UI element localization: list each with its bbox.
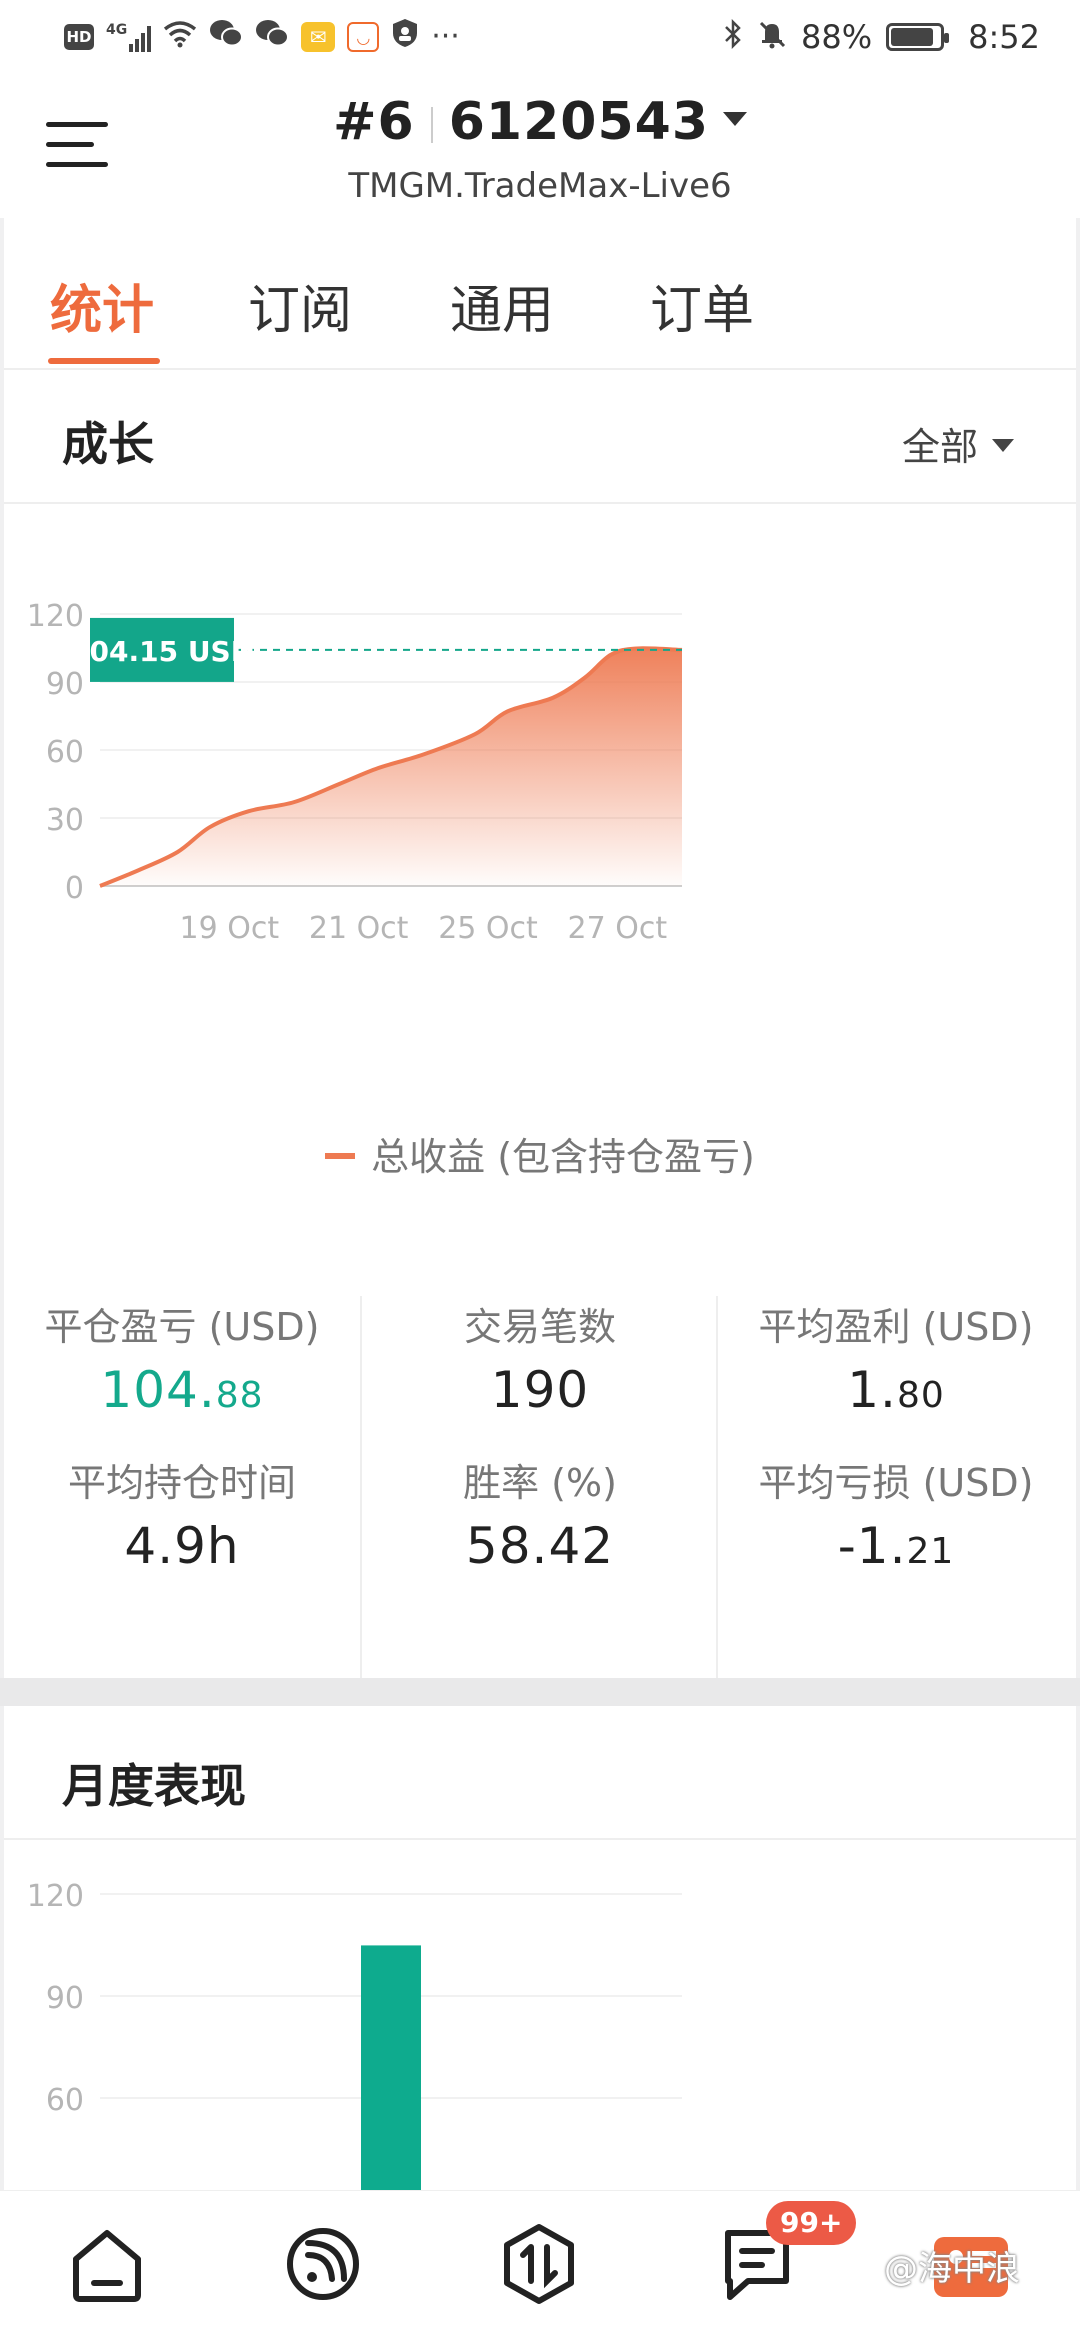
battery-percent: 88% <box>801 18 873 56</box>
stat-trade-count: 交易笔数 190 <box>362 1296 718 1419</box>
network-type: 4G <box>106 22 128 38</box>
signal-feed-icon[interactable] <box>278 2219 368 2309</box>
stat-label: 交易笔数 <box>463 1305 616 1349</box>
stat-value: 4.9h <box>124 1517 240 1575</box>
status-bar: HD 4G ✉ ◡ ··· 88% 8:52 <box>0 0 1080 74</box>
range-dropdown[interactable]: 全部 <box>902 416 1014 471</box>
y-tick-label: 30 <box>46 803 84 838</box>
caret-down-icon <box>723 112 748 126</box>
mute-icon <box>757 19 787 55</box>
stat-avg-loss: 平均亏损 (USD) -1.21 <box>718 1452 1074 1575</box>
shield-icon <box>391 18 419 56</box>
stat-win-rate: 胜率 (%) 58.42 <box>362 1452 718 1575</box>
stat-value: 190 <box>490 1361 590 1419</box>
active-tab-indicator <box>48 358 160 364</box>
account-index: #6 <box>332 92 415 152</box>
stat-value: 58.42 <box>465 1517 615 1575</box>
monthly-header: 月度表现 <box>4 1706 1076 1840</box>
account-number: 6120543 <box>448 92 710 152</box>
tab-statistics[interactable]: 统计 <box>50 268 154 343</box>
clock: 8:52 <box>968 18 1040 56</box>
stat-label: 平仓盈亏 (USD) <box>44 1305 320 1349</box>
x-tick-label: 25 Oct <box>438 911 538 946</box>
more-status-icon: ··· <box>431 19 460 54</box>
mail-app-icon: ✉ <box>301 22 336 52</box>
growth-legend: 总收益 (包含持仓盈亏) <box>4 1126 1076 1181</box>
bottom-nav: 99+ @海中浪 <box>0 2190 1080 2340</box>
x-tick-label: 19 Oct <box>180 911 280 946</box>
y-tick-label: 120 <box>27 1879 84 1914</box>
stat-value: -1.21 <box>837 1517 955 1575</box>
stat-label: 胜率 (%) <box>463 1461 617 1505</box>
monthly-title: 月度表现 <box>62 1759 246 1813</box>
bluetooth-icon <box>723 18 743 55</box>
app-header: #6 6120543 TMGM.TradeMax-Live6 <box>0 74 1080 218</box>
unread-badge: 99+ <box>766 2201 857 2245</box>
stat-avg-profit: 平均盈利 (USD) 1.80 <box>718 1296 1074 1419</box>
y-tick-label: 60 <box>46 2083 84 2118</box>
battery-icon <box>886 23 950 51</box>
y-tick-label: 90 <box>46 667 84 702</box>
current-value-label: 104.15 USD <box>70 635 254 668</box>
account-selector[interactable]: #6 6120543 <box>0 92 1080 152</box>
tab-general[interactable]: 通用 <box>450 268 554 343</box>
tab-bar: 统计 订阅 通用 订单 <box>4 218 1076 370</box>
section-gap <box>0 1678 1080 1706</box>
tab-orders[interactable]: 订单 <box>650 268 754 343</box>
stat-value: 1.80 <box>847 1361 945 1419</box>
wechat-icon <box>255 18 290 56</box>
stat-avg-hold-time: 平均持仓时间 4.9h <box>4 1452 360 1575</box>
y-tick-label: 60 <box>46 735 84 770</box>
legend-swatch <box>325 1152 356 1159</box>
trade-icon[interactable] <box>494 2219 584 2309</box>
caret-down-icon <box>992 439 1014 452</box>
monthly-chart: 60 90 120 <box>27 1879 682 2200</box>
stat-label: 平均持仓时间 <box>67 1461 296 1505</box>
monthly-panel: 月度表现 60 90 120 <box>4 1706 1076 2206</box>
growth-chart: 0 30 60 90 120 19 Oct 21 Oct 25 Oct 27 Oct 104.15… <box>27 599 683 946</box>
y-tick-label: 0 <box>65 871 84 906</box>
area-fill <box>100 648 682 886</box>
app-screen: HD 4G ✉ ◡ ··· 88% 8:52 #6 6120543 TMGM.T… <box>0 0 1080 2340</box>
x-tick-label: 21 Oct <box>309 911 409 946</box>
legend-label: 总收益 (包含持仓盈亏) <box>371 1135 755 1179</box>
hd-icon: HD <box>64 24 94 50</box>
stat-label: 平均亏损 (USD) <box>758 1461 1034 1505</box>
app-icon: ◡ <box>347 22 380 52</box>
bar <box>361 1945 421 2200</box>
stat-label: 平均盈利 (USD) <box>758 1305 1034 1349</box>
y-tick-label: 90 <box>46 1981 84 2016</box>
signal-icon: 4G <box>106 22 152 52</box>
range-label: 全部 <box>901 425 978 469</box>
wechat-icon <box>209 18 244 56</box>
stat-closed-pnl: 平仓盈亏 (USD) 104.88 <box>4 1296 360 1419</box>
stat-value: 104.88 <box>100 1361 264 1419</box>
tab-subscribe[interactable]: 订阅 <box>248 268 352 343</box>
y-tick-label: 120 <box>27 599 84 634</box>
battery-level-fill <box>891 28 934 46</box>
x-tick-label: 27 Oct <box>568 911 668 946</box>
home-icon[interactable] <box>62 2219 152 2309</box>
growth-header: 成长 全部 <box>4 370 1076 504</box>
server-name: TMGM.TradeMax-Live6 <box>348 166 732 206</box>
wifi-icon <box>163 20 197 54</box>
stats-cells: 平仓盈亏 (USD) 104.88 交易笔数 190 平均盈利 (USD) 1.… <box>4 1296 1076 1626</box>
watermark: @海中浪 <box>884 2249 1020 2289</box>
growth-title: 成长 <box>62 417 154 471</box>
